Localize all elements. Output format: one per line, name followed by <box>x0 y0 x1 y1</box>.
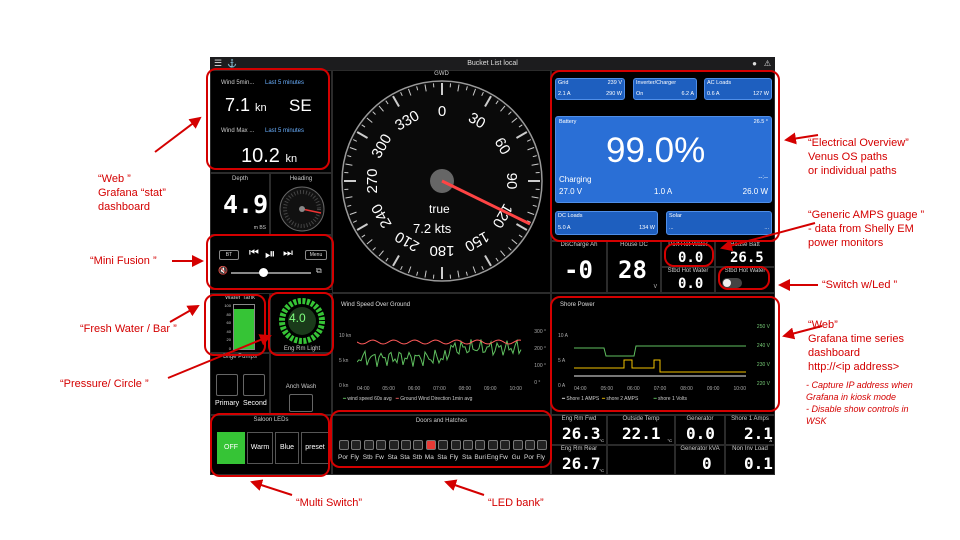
callout-pressure: “Pressure/ Circle ” <box>60 378 149 390</box>
callout-web-stat: “Web ” Grafana “stat” dashboard <box>98 173 166 213</box>
callout-arrows <box>154 116 823 496</box>
callout-multi-switch: “Multi Switch” <box>296 497 363 509</box>
callout-led-bank: “LED bank” <box>488 497 544 509</box>
callout-switch-led: “Switch w/Led ” <box>822 279 898 291</box>
callout-electrical: “Electrical Overview” Venus OS paths or in… <box>808 137 909 177</box>
callout-fresh-water: “Fresh Water / Bar ” <box>80 323 177 335</box>
callout-web-timeseries: “Web” Grafana time series dashboard http://… <box>808 319 904 373</box>
callout-amps: “Generic AMPS guage ” - data from Shelly … <box>808 209 925 249</box>
callout-mini-fusion: “Mini Fusion ” <box>90 255 157 267</box>
callout-web-notes: - Capture IP address when Grafana in kios… <box>806 380 913 426</box>
